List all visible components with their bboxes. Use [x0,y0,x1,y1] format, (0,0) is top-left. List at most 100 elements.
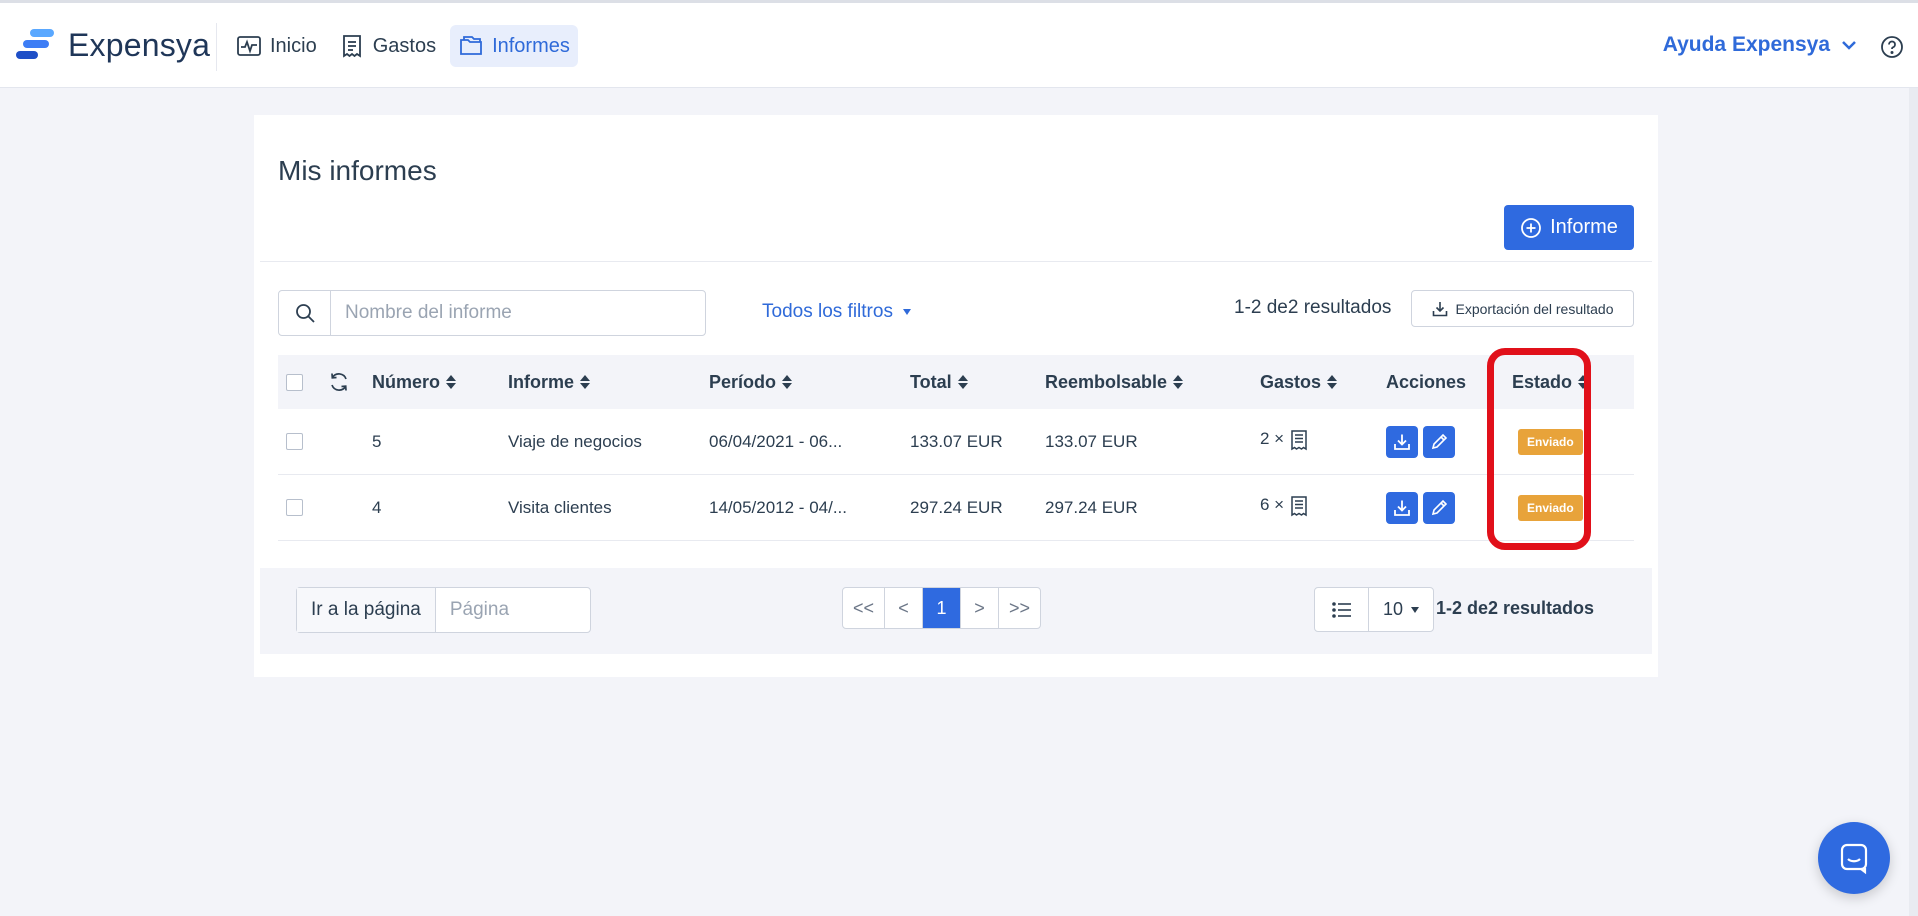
first-page-button[interactable]: << [843,588,886,628]
report-period: 14/05/2012 - 04/... [709,497,847,517]
row-checkbox[interactable] [286,433,303,450]
list-view-button[interactable] [1315,588,1369,631]
column-label: Gastos [1260,371,1322,392]
column-label: Período [709,371,777,392]
new-report-label: Informe [1550,216,1618,238]
column-label: Estado [1512,371,1573,392]
help-menu[interactable]: Ayuda Expensya [1663,33,1858,57]
edit-report-button[interactable] [1423,491,1455,524]
refresh-icon[interactable] [328,371,350,393]
column-label: Acciones [1386,371,1467,392]
column-header-estado[interactable]: Estado [1512,355,1589,409]
table-row[interactable]: 5 Viaje de negocios 06/04/2021 - 06... 1… [278,409,1634,475]
download-icon [1394,434,1410,450]
receipt-icon [342,35,361,58]
brand-name: Expensya [68,27,211,63]
download-report-button[interactable] [1386,425,1418,458]
status-badge: Enviado [1518,494,1583,521]
next-page-button[interactable]: > [961,588,1000,628]
select-all-cell [286,355,303,409]
reports-card: Mis informes Informe Todos los filtros 1… [254,115,1658,677]
new-report-button[interactable]: Informe [1504,205,1634,250]
brand[interactable]: Expensya [16,27,210,64]
report-period: 06/04/2021 - 06... [709,431,843,451]
report-total: 133.07 EUR [910,431,1003,451]
row-select-cell [286,409,303,474]
export-label: Exportación del resultado [1455,300,1614,317]
chevron-down-icon [1842,41,1856,50]
column-label: Número [372,371,441,392]
sort-icon [1173,374,1184,390]
expense-count: 6 × [1260,495,1285,514]
column-header-informe[interactable]: Informe [508,355,591,409]
go-to-page: Ir a la página [296,587,591,633]
select-all-checkbox[interactable] [286,373,303,391]
folder-icon [460,36,482,55]
go-to-page-label: Ir a la página [297,588,436,632]
chat-launcher-button[interactable] [1818,822,1890,894]
row-actions [1386,475,1460,540]
page-button-current[interactable]: 1 [923,588,962,628]
page-size-control: 10 [1314,587,1434,632]
report-number: 5 [372,431,382,451]
page-size-select[interactable]: 10 [1369,588,1433,631]
table-row[interactable]: 4 Visita clientes 14/05/2012 - 04/... 29… [278,475,1634,541]
nav-item-gastos[interactable]: Gastos [331,25,444,67]
column-header-numero[interactable]: Número [372,355,457,409]
sort-icon [1327,374,1338,390]
last-page-button[interactable]: >> [999,588,1040,628]
download-icon [1394,500,1410,516]
refresh-cell [328,355,350,409]
help-menu-label: Ayuda Expensya [1662,33,1830,56]
top-navigation-bar: Expensya Inicio Gastos Informes Ayuda Ex… [0,0,1918,88]
column-label: Reembolsable [1045,371,1168,392]
report-expenses[interactable]: 6 × [1260,475,1308,540]
column-header-reembolsable[interactable]: Reembolsable [1045,355,1184,409]
nav-item-informes[interactable]: Informes [450,25,578,67]
sort-icon [580,374,591,390]
nav-item-label: Inicio [270,34,317,57]
sort-icon [957,374,968,390]
report-number: 4 [372,497,382,517]
report-search [278,290,706,336]
all-filters-dropdown[interactable]: Todos los filtros [762,301,911,323]
page-scrollbar[interactable] [1909,88,1918,916]
sort-icon [782,374,793,390]
receipt-icon [1291,430,1307,451]
search-icon [295,304,315,323]
list-icon [1331,601,1351,618]
report-name: Visita clientes [508,497,612,517]
page-number-input[interactable] [435,588,590,632]
download-icon [1432,301,1447,316]
edit-report-button[interactable] [1423,425,1455,458]
column-header-periodo[interactable]: Período [709,355,793,409]
row-checkbox[interactable] [286,499,303,516]
pagination-bar: Ir a la página << < 1 > >> 10 1-2 de2 re… [260,568,1652,654]
activity-chart-icon [237,36,261,56]
nav-item-inicio[interactable]: Inicio [228,25,325,67]
help-question-icon[interactable] [1880,35,1904,59]
column-header-gastos[interactable]: Gastos [1260,355,1338,409]
report-refundable: 133.07 EUR [1045,431,1138,451]
pencil-icon [1431,499,1448,515]
export-results-button[interactable]: Exportación del resultado [1411,290,1634,327]
report-total: 297.24 EUR [910,497,1003,517]
page-size-value: 10 [1382,599,1404,619]
sort-icon [1578,374,1589,390]
report-expenses[interactable]: 2 × [1260,409,1308,474]
expense-count: 2 × [1260,429,1285,448]
expensya-logo-icon [16,28,54,63]
download-report-button[interactable] [1386,491,1418,524]
report-name: Viaje de negocios [508,431,642,451]
previous-page-button[interactable]: < [885,588,924,628]
search-button[interactable] [279,291,331,335]
row-select-cell [286,475,303,540]
column-header-acciones: Acciones [1386,355,1466,409]
caret-down-icon [902,309,911,315]
column-header-total[interactable]: Total [910,355,968,409]
nav-item-label: Gastos [372,34,437,57]
divider [260,261,1652,262]
search-input[interactable] [331,291,705,335]
report-refundable: 297.24 EUR [1045,497,1138,517]
nav-divider [216,23,217,71]
